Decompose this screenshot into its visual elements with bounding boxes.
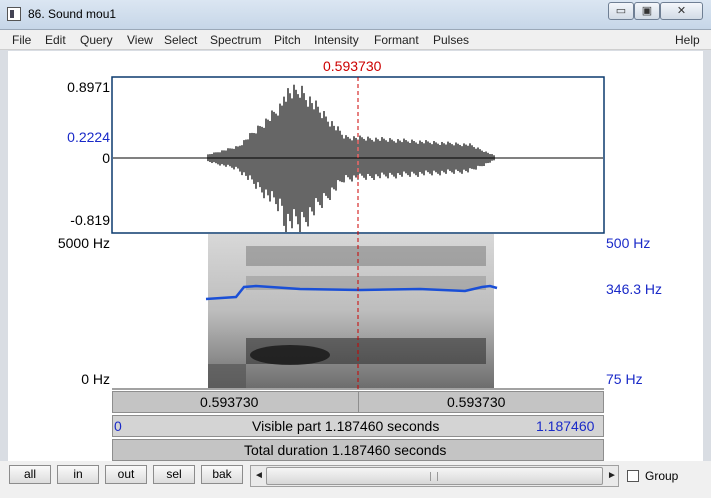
- right-time-label[interactable]: 0.593730: [447, 394, 505, 410]
- onset-block: [208, 364, 246, 388]
- waveform-min-label: -0.819: [70, 212, 110, 228]
- zoom-out-button[interactable]: out: [105, 465, 147, 484]
- pitch-min-label: 75 Hz: [606, 371, 643, 387]
- zoom-selection-button[interactable]: sel: [153, 465, 195, 484]
- freq-max-label: 5000 Hz: [57, 235, 110, 251]
- waveform-zero-label: 0: [102, 150, 110, 166]
- bar-divider: [358, 392, 359, 412]
- pitch-current-label: 346.3 Hz: [606, 281, 663, 297]
- scroll-thumb[interactable]: [266, 467, 603, 485]
- left-time-label[interactable]: 0.593730: [200, 394, 258, 410]
- zoom-in-button[interactable]: in: [57, 465, 99, 484]
- scroll-left-arrow-icon[interactable]: ◄: [254, 470, 264, 481]
- group-checkbox[interactable]: [627, 470, 639, 482]
- pitch-max-label: 500 Hz: [606, 235, 651, 251]
- zoom-back-button[interactable]: bak: [201, 465, 243, 484]
- visible-part-label: Visible part 1.187460 seconds: [252, 418, 440, 434]
- visible-start-label: 0: [114, 418, 122, 434]
- energy-blob: [250, 345, 330, 365]
- visible-end-label: 1.187460: [536, 418, 595, 434]
- waveform-cursor-value: 0.2224: [67, 129, 110, 145]
- zoom-all-button[interactable]: all: [9, 465, 51, 484]
- selection-time-bar[interactable]: [112, 391, 604, 413]
- total-duration-label: Total duration 1.187460 seconds: [244, 442, 447, 458]
- time-scrollbar[interactable]: ◄ ►: [250, 465, 619, 487]
- cursor-time-label: 0.593730: [323, 58, 382, 74]
- waveform-max-label: 0.8971: [67, 79, 110, 95]
- group-label: Group: [645, 469, 679, 483]
- scroll-grip-icon: [430, 472, 438, 481]
- freq-min-label: 0 Hz: [81, 371, 110, 387]
- formant-band-high: [246, 246, 486, 266]
- scroll-right-arrow-icon[interactable]: ►: [607, 470, 617, 481]
